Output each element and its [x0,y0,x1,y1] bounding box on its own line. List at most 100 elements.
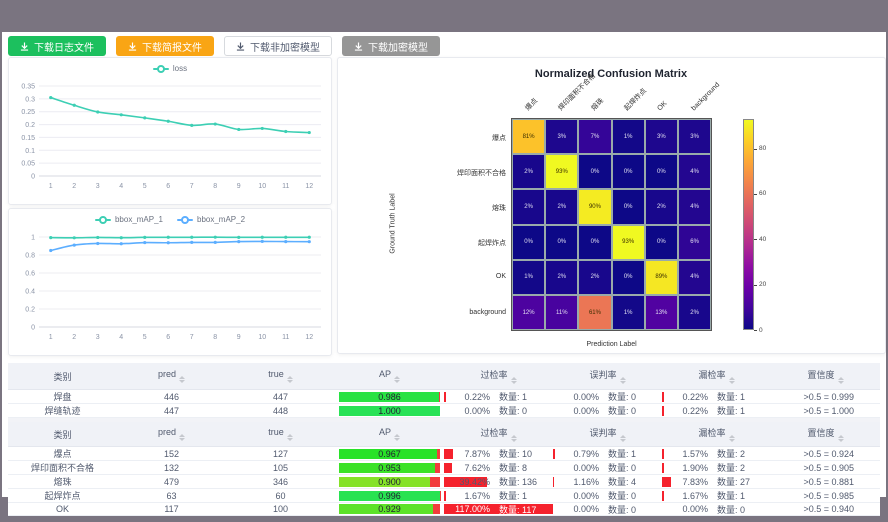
download-log-button[interactable]: 下载日志文件 [8,36,106,56]
column-header-true[interactable]: true [226,363,335,390]
sort-icon[interactable] [838,377,844,385]
matrix-cell: 2% [645,189,678,224]
column-header-置信度[interactable]: 置信度 [771,422,880,447]
sort-icon[interactable] [511,435,517,443]
true-cell: 100 [226,503,335,516]
column-header-漏检率[interactable]: 漏检率 [662,363,771,390]
sort-icon[interactable] [838,435,844,443]
matrix-row-label: 爆点 [398,133,506,143]
matrix-cell: 12% [512,295,545,330]
colorbar-tick-label: 80 [759,145,766,152]
rate-cell: 0.22%数量: 1 [662,390,771,404]
rate-count: 数量: 10 [499,447,551,460]
sort-icon[interactable] [179,434,185,442]
rate-cell: 0.00%数量: 0 [553,461,662,475]
rate-count: 数量: 0 [717,503,769,516]
rate-count: 数量: 27 [717,475,769,488]
matrix-cell: 2% [578,260,611,295]
sort-icon[interactable] [179,376,185,384]
svg-text:7: 7 [190,183,194,190]
column-header-过检率[interactable]: 过检率 [444,363,553,390]
colorbar-tick-label: 40 [759,236,766,243]
svg-text:0.2: 0.2 [25,307,35,314]
download-encrypted-model-button[interactable]: 下载加密模型 [342,36,440,56]
svg-text:8: 8 [213,183,217,190]
sort-icon[interactable] [394,376,400,384]
column-header-pred[interactable]: pred [117,363,226,390]
rate-cell: 0.00%数量: 0 [444,404,553,418]
column-header-label: true [268,427,284,437]
pred-cell: 117 [117,503,226,516]
matrix-cell: 2% [678,295,711,330]
rate-cell-content: 7.87%数量: 10 [444,448,553,460]
matrix-cell: 3% [545,119,578,154]
sort-icon[interactable] [729,377,735,385]
matrix-cell: 4% [678,189,711,224]
column-header-误判率[interactable]: 误判率 [553,363,662,390]
rate-percent: 0.22% [664,392,708,402]
ap-cell: 0.953 [335,461,444,475]
svg-text:0.4: 0.4 [25,289,35,296]
rate-cell-content: 39.42%数量: 136 [444,476,553,488]
column-header-置信度[interactable]: 置信度 [771,363,880,390]
svg-text:0.6: 0.6 [25,271,35,278]
metrics-table: 类别predtrueAP过检率误判率漏检率置信度焊盘4464470.9860.2… [8,363,880,418]
svg-text:6: 6 [166,334,170,341]
download-report-button[interactable]: 下载简报文件 [116,36,214,56]
column-header-pred[interactable]: pred [117,422,226,447]
rate-cell-content: 0.00%数量: 0 [444,405,553,417]
rate-cell: 0.79%数量: 1 [553,447,662,461]
sort-icon[interactable] [287,434,293,442]
column-header-AP[interactable]: AP [335,363,444,390]
download-toolbar: 下载日志文件 下载简报文件 下载非加密模型 下载加密模型 [8,36,440,56]
sort-icon[interactable] [287,376,293,384]
line-chart: 00.050.10.150.20.250.30.3512345678910111… [9,58,329,202]
ap-bar-wrap: 0.996 [339,491,440,501]
sort-icon[interactable] [511,377,517,385]
true-cell: 105 [226,461,335,475]
ap-value: 0.929 [339,504,440,514]
rate-percent: 1.16% [555,477,599,487]
rate-count: 数量: 117 [499,503,551,516]
confidence-cell: >0.5 = 0.985 [771,489,880,503]
matrix-cell: 1% [612,295,645,330]
svg-text:12: 12 [305,334,313,341]
class-cell: 焊缝轨迹 [8,404,117,418]
column-header-过检率[interactable]: 过检率 [444,422,553,447]
matrix-col-label: background [689,81,721,113]
ap-bar-wrap: 0.953 [339,463,440,473]
rate-cell-content: 1.67%数量: 1 [444,490,553,502]
column-header-label: AP [379,369,391,379]
sort-icon[interactable] [620,377,626,385]
sort-icon[interactable] [620,435,626,443]
matrix-cell: 0% [645,154,678,189]
rate-cell-content: 0.22%数量: 1 [662,405,771,417]
true-cell: 60 [226,489,335,503]
column-header-AP[interactable]: AP [335,422,444,447]
confusion-matrix-title: Normalized Confusion Matrix [535,68,687,80]
svg-text:10: 10 [258,334,266,341]
download-report-label: 下载简报文件 [142,39,202,54]
column-header-true[interactable]: true [226,422,335,447]
sort-icon[interactable] [729,435,735,443]
download-encrypted-model-label: 下载加密模型 [368,39,428,54]
matrix-cell: 2% [512,189,545,224]
download-plain-model-button[interactable]: 下载非加密模型 [224,36,332,56]
sort-icon[interactable] [394,434,400,442]
rate-cell: 1.90%数量: 2 [662,461,771,475]
column-header-漏检率[interactable]: 漏检率 [662,422,771,447]
rate-cell-content: 0.00%数量: 0 [553,503,662,515]
rate-cell: 1.57%数量: 2 [662,447,771,461]
download-icon [20,42,29,51]
class-cell: 起焊炸点 [8,489,117,503]
column-header-误判率[interactable]: 误判率 [553,422,662,447]
download-icon [354,42,363,51]
column-header-label: 置信度 [807,370,834,380]
rate-count: 数量: 8 [499,461,551,474]
colorbar-tick-mark [754,330,757,331]
pred-cell: 447 [117,404,226,418]
rate-percent: 0.22% [446,392,490,402]
rate-cell: 39.42%数量: 136 [444,475,553,489]
svg-text:1: 1 [49,334,53,341]
svg-text:8: 8 [213,334,217,341]
